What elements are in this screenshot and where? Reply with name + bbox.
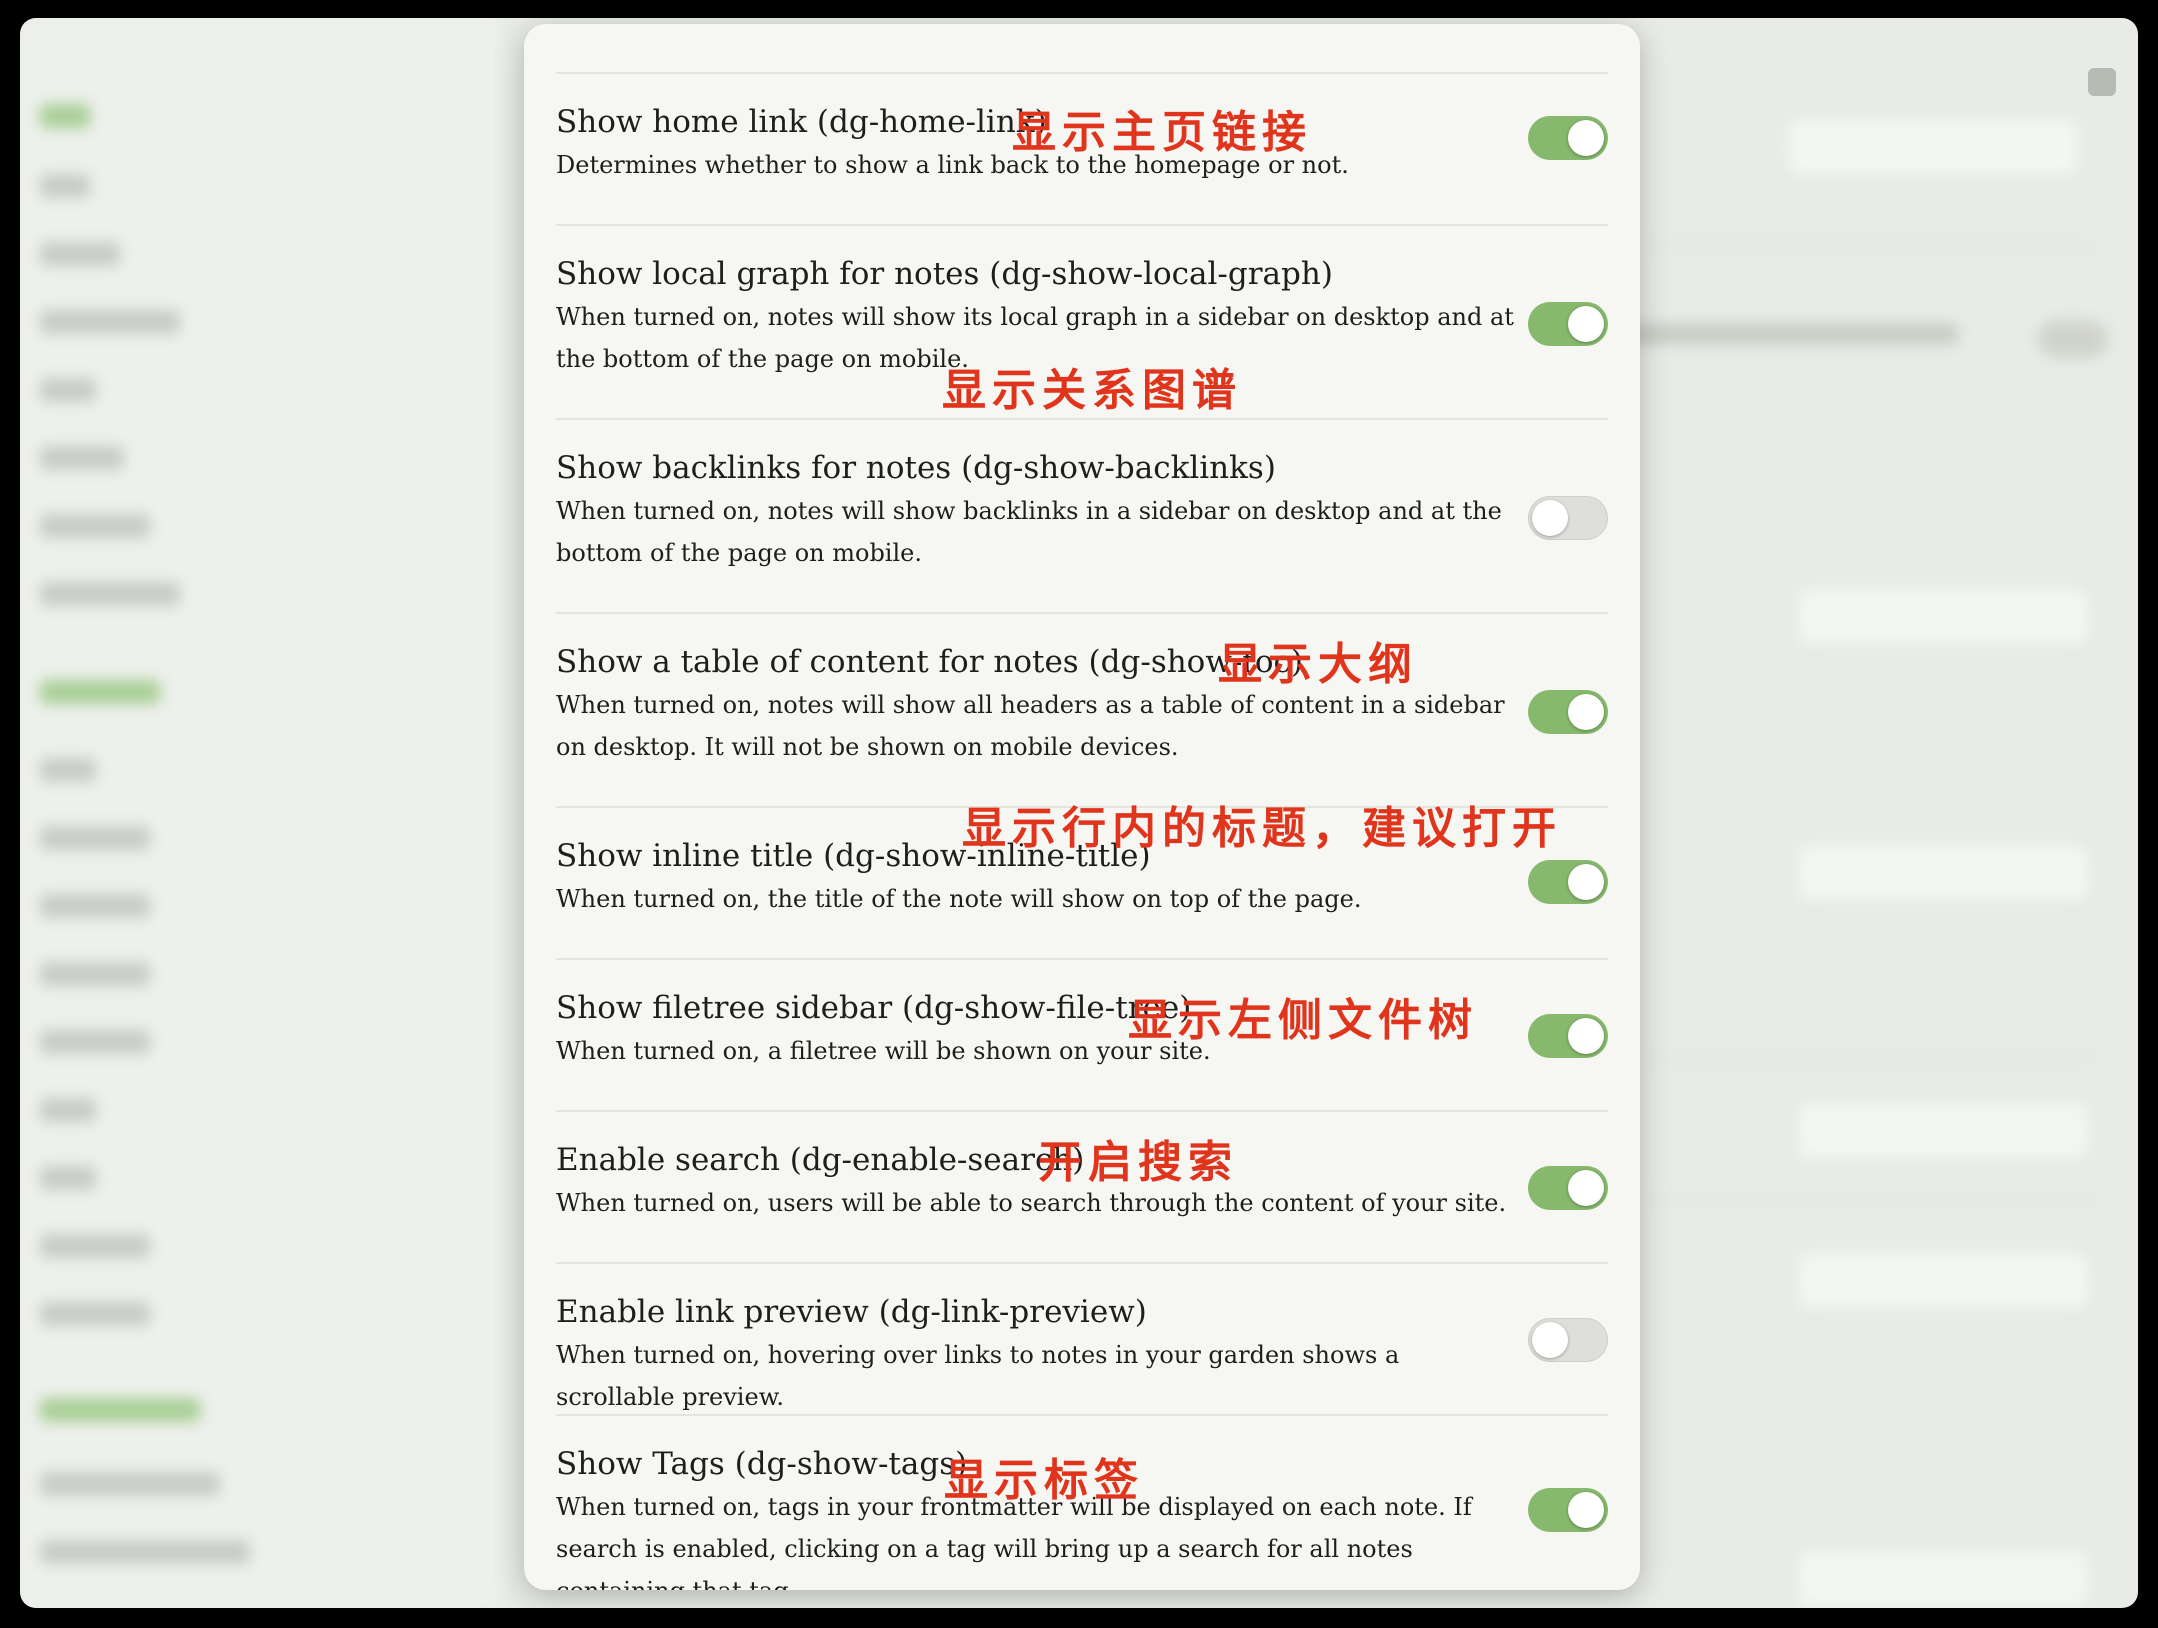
- setting-toggle[interactable]: [1528, 1166, 1608, 1210]
- setting-description: When turned on, the title of the note wi…: [556, 885, 1362, 913]
- setting-row: Show Tags (dg-show-tags) When turned on, …: [556, 1416, 1608, 1590]
- toggle-knob: [1568, 1492, 1604, 1528]
- setting-row: Show inline title (dg-show-inline-title)…: [556, 803, 1608, 960]
- toggle-knob: [1532, 1322, 1568, 1358]
- annotation-label: 显示左侧文件树: [1128, 995, 1478, 1046]
- setting-description: When turned on, notes will show all head…: [556, 691, 1505, 761]
- annotation-label: 显示行内的标题，建议打开: [962, 803, 1562, 854]
- setting-description: When turned on, hovering over links to n…: [556, 1341, 1400, 1411]
- setting-row: Show local graph for notes (dg-show-loca…: [556, 226, 1608, 420]
- toggle-knob: [1568, 694, 1604, 730]
- setting-toggle[interactable]: [1528, 302, 1608, 346]
- toggle-knob: [1568, 864, 1604, 900]
- setting-toggle[interactable]: [1528, 116, 1608, 160]
- setting-row: Enable link preview (dg-link-preview) Whe…: [556, 1264, 1608, 1416]
- setting-title: Show backlinks for notes (dg-show-backli…: [556, 450, 1276, 486]
- setting-toggle[interactable]: [1528, 690, 1608, 734]
- setting-title: Enable link preview (dg-link-preview): [556, 1294, 1147, 1330]
- setting-toggle[interactable]: [1528, 860, 1608, 904]
- setting-title: Enable search (dg-enable-search): [556, 1142, 1085, 1178]
- close-icon[interactable]: [2088, 68, 2116, 96]
- settings-list: Show home link (dg-home-link) Determines …: [556, 72, 1608, 1590]
- setting-title: Show home link (dg-home-link): [556, 104, 1047, 140]
- annotation-label: 显示关系图谱: [942, 365, 1242, 416]
- setting-title: Show local graph for notes (dg-show-loca…: [556, 256, 1333, 292]
- setting-toggle[interactable]: [1528, 1488, 1608, 1532]
- toggle-knob: [1568, 1018, 1604, 1054]
- setting-row: Show a table of content for notes (dg-sh…: [556, 614, 1608, 808]
- annotation-label: 显示标签: [944, 1455, 1144, 1506]
- toggle-knob: [1568, 120, 1604, 156]
- annotation-label: 显示大纲: [1218, 639, 1418, 690]
- setting-title: Show Tags (dg-show-tags): [556, 1446, 968, 1482]
- toggle-knob: [1568, 306, 1604, 342]
- setting-row: Show backlinks for notes (dg-show-backli…: [556, 420, 1608, 614]
- toggle-knob: [1568, 1170, 1604, 1206]
- annotation-label: 显示主页链接: [1012, 107, 1312, 158]
- annotation-label: 开启搜索: [1038, 1137, 1238, 1188]
- setting-row: Show home link (dg-home-link) Determines …: [556, 74, 1608, 226]
- setting-toggle[interactable]: [1528, 496, 1608, 540]
- background-sidebar: [20, 18, 500, 1608]
- setting-row: Show filetree sidebar (dg-show-file-tree…: [556, 960, 1608, 1112]
- setting-title: Show filetree sidebar (dg-show-file-tree…: [556, 990, 1192, 1026]
- setting-description: When turned on, notes will show backlink…: [556, 497, 1502, 567]
- setting-row: Enable search (dg-enable-search) When tur…: [556, 1112, 1608, 1264]
- settings-modal: Show home link (dg-home-link) Determines …: [524, 24, 1640, 1590]
- toggle-knob: [1532, 500, 1568, 536]
- setting-toggle[interactable]: [1528, 1014, 1608, 1058]
- setting-toggle[interactable]: [1528, 1318, 1608, 1362]
- setting-title: Show a table of content for notes (dg-sh…: [556, 644, 1303, 680]
- setting-description: When turned on, users will be able to se…: [556, 1189, 1507, 1217]
